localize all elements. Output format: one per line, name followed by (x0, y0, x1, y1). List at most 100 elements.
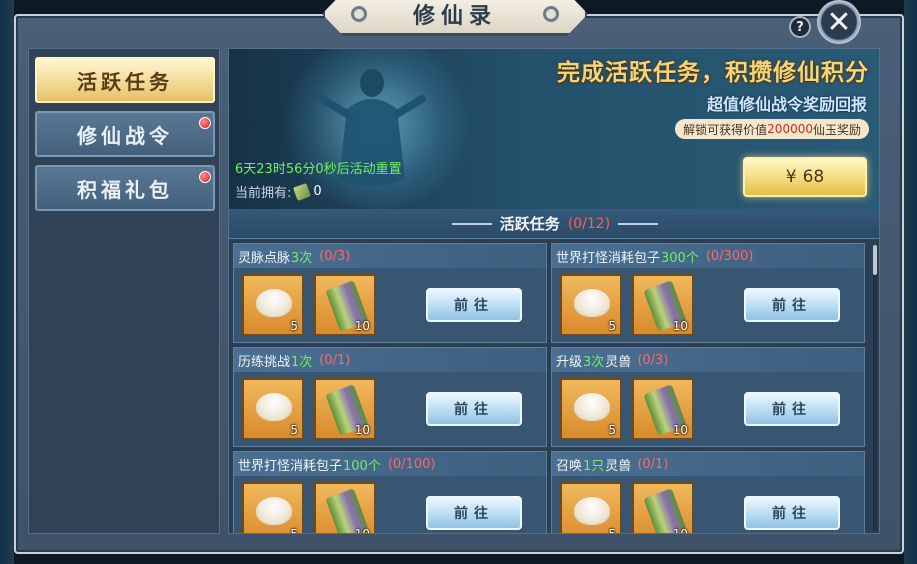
task-name: 世界打怪消耗包子 (238, 458, 343, 474)
divider (618, 222, 659, 225)
tab-battle-pass[interactable]: 修仙战令 (35, 111, 215, 157)
task-card: 升级 3次 灵兽 (0/3) 5 10 前往 (551, 347, 865, 447)
title-plate: 修仙录 (322, 0, 588, 36)
section-header: 活跃任务 (0/12) (229, 209, 879, 239)
scrollbar-thumb[interactable] (873, 245, 877, 275)
currency-symbol: ¥ (785, 167, 797, 187)
tab-blessing-gift[interactable]: 积福礼包 (35, 165, 215, 211)
task-name: 灵脉点脉 (238, 250, 291, 266)
reward-slot[interactable]: 5 (242, 378, 304, 440)
task-name: 世界打怪消耗包子 (556, 250, 661, 266)
task-card: 世界打怪消耗包子 300个 (0/300) 5 10 前往 (551, 243, 865, 343)
reward-slot[interactable]: 5 (242, 482, 304, 534)
task-progress: (0/1) (637, 456, 669, 472)
go-button[interactable]: 前往 (744, 496, 840, 530)
task-name-suffix: 灵兽 (605, 458, 632, 474)
task-progress: (0/300) (705, 248, 754, 264)
reward-slot[interactable]: 5 (560, 274, 622, 336)
steamed-bun-icon (256, 497, 292, 525)
cultivator-figure-icon (318, 69, 426, 187)
help-icon[interactable]: ? (789, 16, 811, 38)
go-button[interactable]: 前往 (426, 288, 522, 322)
knot-ornament-icon (543, 6, 559, 22)
task-card: 世界打怪消耗包子 100个 (0/100) 5 10 前往 (233, 451, 547, 534)
task-progress: (0/3) (319, 248, 351, 264)
go-button[interactable]: 前往 (426, 392, 522, 426)
steamed-bun-icon (256, 289, 292, 317)
task-name: 召唤 (556, 458, 583, 474)
reward-slot[interactable]: 5 (560, 482, 622, 534)
reward-qty: 10 (354, 319, 370, 333)
reward-qty: 5 (290, 319, 298, 333)
window-title: 修仙录 (412, 3, 497, 29)
banner-headline: 完成活跃任务，积攒修仙积分 (557, 59, 869, 86)
reward-qty: 5 (608, 423, 616, 437)
event-banner: 完成活跃任务，积攒修仙积分 超值修仙战令奖励回报 解锁可获得价值 200000 … (229, 49, 879, 209)
reward-slot[interactable]: 10 (632, 482, 694, 534)
purchase-button[interactable]: ¥ 68 (743, 157, 867, 197)
reward-qty: 10 (672, 527, 688, 534)
task-title: 召唤 1只 灵兽 (0/1) (552, 452, 864, 476)
unlock-prefix: 解锁可获得价值 (683, 122, 768, 137)
reward-qty: 5 (290, 423, 298, 437)
steamed-bun-icon (574, 497, 610, 525)
task-target: 3次 (583, 354, 605, 370)
task-progress: (0/1) (319, 352, 351, 368)
reward-slot[interactable]: 10 (314, 378, 376, 440)
go-button[interactable]: 前往 (426, 496, 522, 530)
reward-qty: 5 (290, 527, 298, 534)
owned-label: 当前拥有: (235, 186, 292, 201)
close-button[interactable]: ✕ (817, 0, 861, 44)
reward-qty: 5 (608, 319, 616, 333)
reward-slot[interactable]: 5 (242, 274, 304, 336)
task-name: 历练挑战 (238, 354, 291, 370)
reward-qty: 10 (672, 423, 688, 437)
task-target: 1次 (291, 354, 313, 370)
task-card: 召唤 1只 灵兽 (0/1) 5 10 前往 (551, 451, 865, 534)
reward-slot[interactable]: 10 (632, 274, 694, 336)
unlock-reward-pill: 解锁可获得价值 200000 仙玉奖励 (675, 119, 869, 139)
scroll-icon (293, 182, 312, 201)
task-target: 1只 (583, 458, 605, 474)
task-list[interactable]: 灵脉点脉 3次 (0/3) 5 10 前往 世界打怪消耗包子 300个 (0/300) … (233, 243, 873, 534)
go-button[interactable]: 前往 (744, 288, 840, 322)
reward-qty: 5 (608, 527, 616, 534)
task-title: 世界打怪消耗包子 300个 (0/300) (552, 244, 864, 268)
knot-ornament-icon (351, 6, 367, 22)
sidebar: 活跃任务 修仙战令 积福礼包 (28, 48, 220, 534)
task-title: 灵脉点脉 3次 (0/3) (234, 244, 546, 268)
task-card: 灵脉点脉 3次 (0/3) 5 10 前往 (233, 243, 547, 343)
task-progress: (0/3) (637, 352, 669, 368)
notification-dot-icon (199, 117, 211, 129)
reward-slot[interactable]: 10 (314, 482, 376, 534)
reward-slot[interactable]: 10 (314, 274, 376, 336)
price-value: 68 (802, 167, 825, 187)
reward-slot[interactable]: 10 (632, 378, 694, 440)
task-title: 世界打怪消耗包子 100个 (0/100) (234, 452, 546, 476)
owned-value: 0 (313, 184, 322, 199)
steamed-bun-icon (256, 393, 292, 421)
reset-countdown: 6天23时56分0秒后活动重置 (235, 162, 402, 177)
reward-qty: 10 (354, 423, 370, 437)
task-scrollbar[interactable] (873, 245, 877, 531)
notification-dot-icon (199, 171, 211, 183)
section-title: 活跃任务 (499, 215, 560, 233)
divider (451, 222, 492, 225)
tab-label: 积福礼包 (77, 177, 173, 202)
reward-slot[interactable]: 5 (560, 378, 622, 440)
owned-points: 当前拥有: 0 (235, 182, 322, 201)
banner-subhead: 超值修仙战令奖励回报 (706, 95, 867, 114)
go-button[interactable]: 前往 (744, 392, 840, 426)
tab-label: 活跃任务 (77, 69, 173, 94)
steamed-bun-icon (574, 289, 610, 317)
section-count: (0/12) (567, 215, 611, 232)
reward-qty: 10 (354, 527, 370, 534)
content-panel: 完成活跃任务，积攒修仙积分 超值修仙战令奖励回报 解锁可获得价值 200000 … (228, 48, 880, 534)
background-left (0, 0, 14, 564)
background-right (904, 0, 917, 564)
task-title: 历练挑战 1次 (0/1) (234, 348, 546, 372)
tab-active-tasks[interactable]: 活跃任务 (35, 57, 215, 103)
task-name: 升级 (556, 354, 583, 370)
unlock-suffix: 仙玉奖励 (812, 122, 861, 137)
task-target: 300个 (661, 250, 699, 266)
